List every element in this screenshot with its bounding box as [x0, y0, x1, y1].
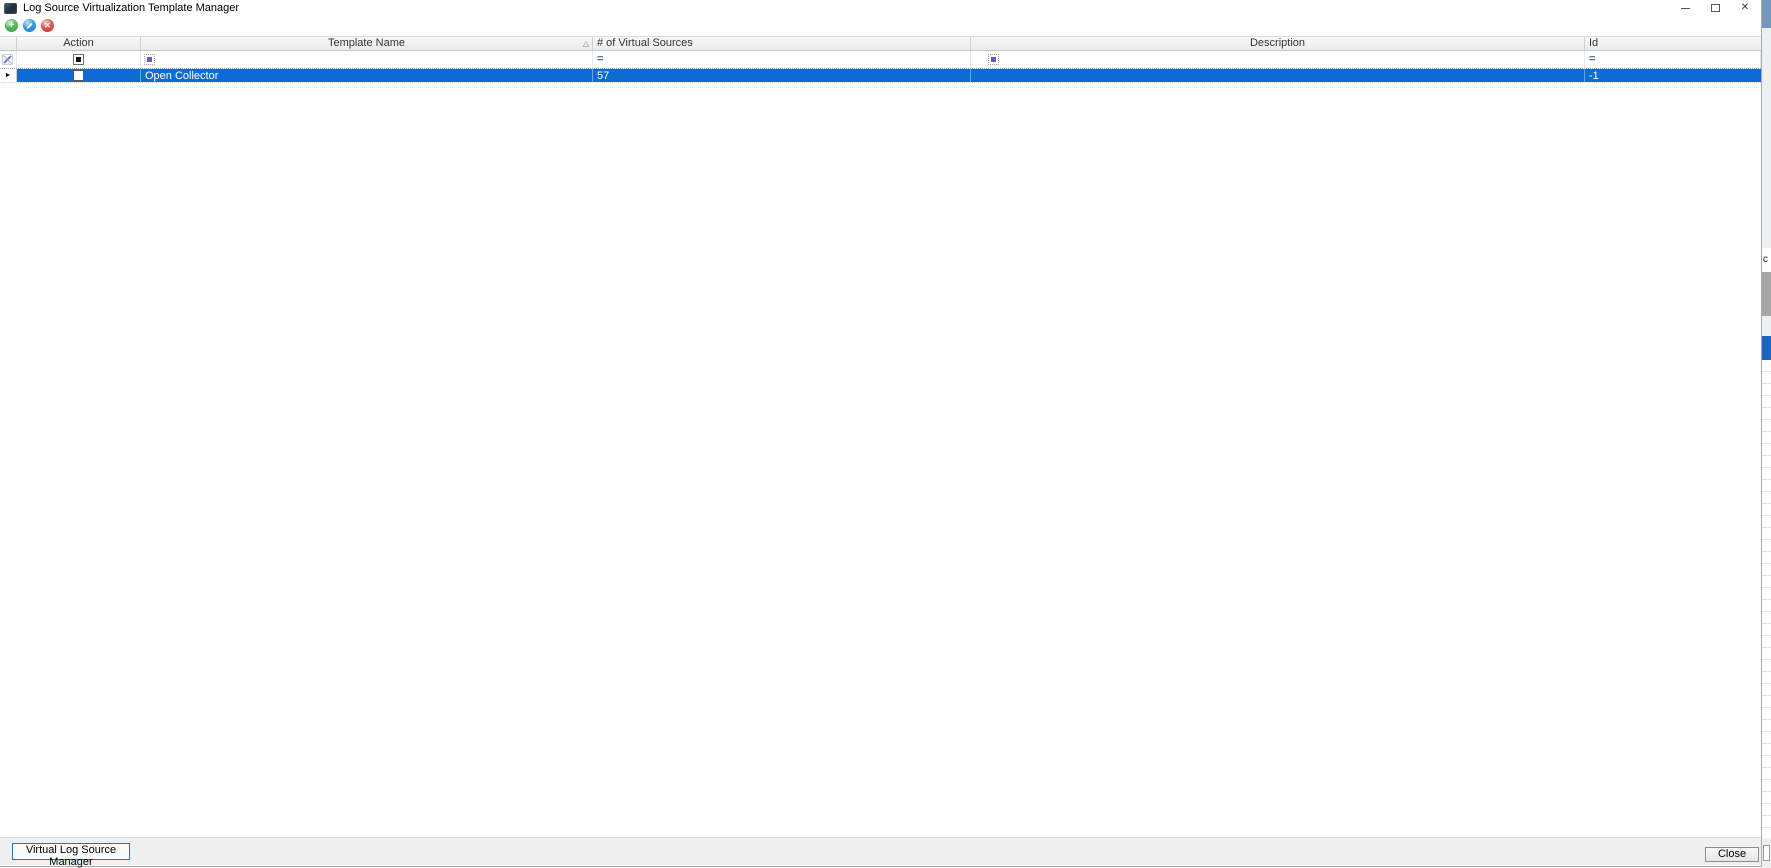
template-name-value: Open Collector — [145, 69, 219, 82]
background-edge-button-fragment — [1763, 845, 1770, 861]
background-edge-text: c — [1762, 248, 1771, 272]
minimize-icon — [1680, 7, 1690, 9]
action-filter-cell[interactable] — [17, 51, 141, 68]
titlebar: Log Source Virtualization Template Manag… — [0, 0, 1761, 16]
background-edge-header — [1762, 0, 1771, 28]
x-icon: ✕ — [44, 20, 51, 30]
description-filter-cell[interactable] — [971, 51, 1585, 68]
num-virtual-sources-filter-cell[interactable]: = — [593, 51, 971, 68]
background-window-edge: c — [1762, 0, 1771, 868]
grid-header-row: Action Template Name △ # of Virtual Sour… — [0, 36, 1761, 51]
id-cell: -1 — [1585, 69, 1761, 82]
column-label: Action — [63, 37, 94, 49]
filter-row-indicator — [0, 51, 17, 68]
current-row-arrow-icon: ► — [4, 72, 12, 79]
column-header-num-virtual-sources[interactable]: # of Virtual Sources — [593, 37, 971, 50]
grid-filter-row: = = — [0, 51, 1761, 69]
num-virtual-sources-value: 57 — [597, 69, 610, 82]
column-header-action[interactable]: Action — [17, 37, 141, 50]
edit-template-button[interactable] — [23, 19, 36, 32]
description-cell — [971, 69, 1585, 82]
delete-template-button[interactable]: ✕ — [41, 19, 54, 32]
column-header-id[interactable]: Id — [1585, 37, 1761, 50]
close-dialog-button[interactable]: Close — [1705, 847, 1759, 862]
pencil-icon — [26, 22, 33, 29]
row-indicator-header — [0, 37, 17, 50]
virtual-log-source-manager-button[interactable]: Virtual Log Source Manager — [12, 843, 130, 868]
num-virtual-sources-cell: 57 — [593, 69, 971, 82]
toolbar: + ✕ — [0, 16, 1761, 36]
template-manager-window: Log Source Virtualization Template Manag… — [0, 0, 1762, 868]
column-header-description[interactable]: Description — [971, 37, 1585, 50]
plus-icon: + — [8, 19, 15, 31]
add-template-button[interactable]: + — [5, 19, 18, 32]
background-edge-grid-rows — [1762, 360, 1771, 838]
background-edge-footer — [1762, 838, 1771, 868]
id-value: -1 — [1589, 69, 1599, 82]
app-icon — [4, 2, 17, 14]
footer-bar: Virtual Log Source Manager Close — [0, 837, 1761, 868]
maximize-button[interactable] — [1700, 0, 1730, 16]
table-row[interactable]: ► Open Collector 57 -1 — [0, 69, 1761, 83]
window-controls: ✕ — [1670, 0, 1760, 16]
row-indicator: ► — [0, 69, 17, 82]
background-edge-blue-block — [1762, 336, 1771, 360]
column-label: Description — [1249, 37, 1306, 49]
column-label: # of Virtual Sources — [597, 37, 693, 49]
template-name-filter-cell[interactable] — [141, 51, 593, 68]
equals-operator-icon[interactable]: = — [1589, 54, 1595, 65]
close-button[interactable]: ✕ — [1730, 0, 1760, 16]
action-cell — [17, 69, 141, 82]
maximize-icon — [1710, 4, 1720, 12]
indeterminate-mark-icon — [147, 57, 152, 62]
window-title: Log Source Virtualization Template Manag… — [23, 2, 240, 14]
id-filter-cell[interactable]: = — [1585, 51, 1761, 68]
action-filter-checkbox[interactable] — [73, 54, 84, 65]
sort-ascending-icon: △ — [582, 39, 589, 48]
action-checkbox[interactable] — [73, 70, 84, 81]
description-filter-checkbox[interactable] — [988, 54, 999, 65]
indeterminate-mark-icon — [991, 57, 996, 62]
column-header-template-name[interactable]: Template Name △ — [141, 37, 593, 50]
equals-operator-icon[interactable]: = — [597, 54, 603, 65]
background-edge-panel — [1762, 316, 1771, 336]
column-label: Template Name — [327, 37, 406, 49]
background-edge-gray-block — [1762, 272, 1771, 316]
minimize-button[interactable] — [1670, 0, 1700, 16]
indeterminate-mark-icon — [76, 57, 81, 62]
template-name-filter-checkbox[interactable] — [144, 54, 155, 65]
template-name-cell: Open Collector — [141, 69, 593, 82]
template-grid: Action Template Name △ # of Virtual Sour… — [0, 36, 1761, 83]
close-icon: ✕ — [1740, 2, 1750, 13]
column-label: Id — [1589, 37, 1599, 49]
background-edge-panel — [1762, 28, 1771, 248]
filter-edit-pencil-icon — [2, 54, 13, 65]
